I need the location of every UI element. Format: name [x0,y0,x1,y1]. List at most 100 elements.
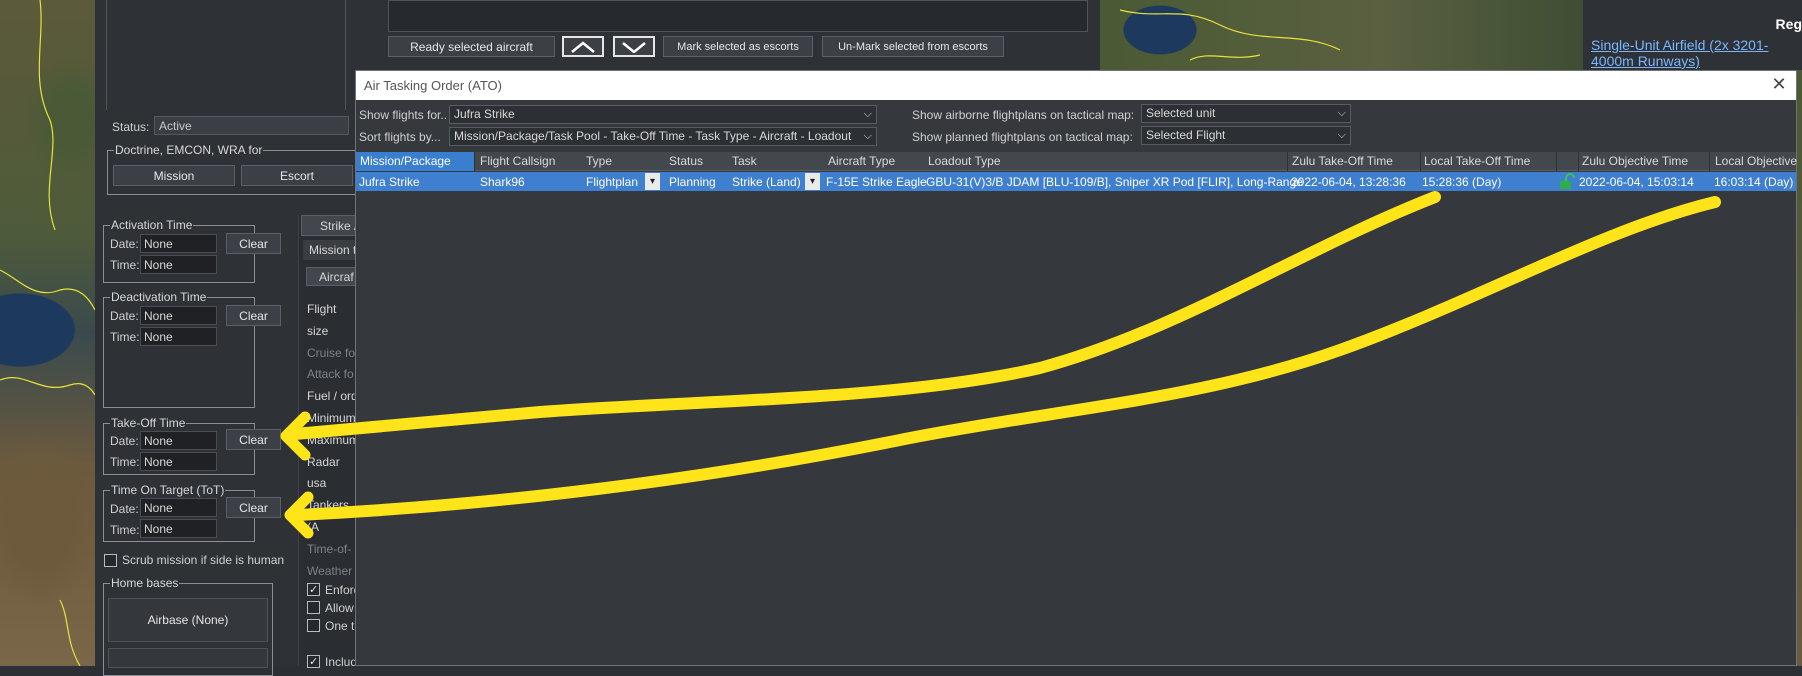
home-bases-legend: Home bases [111,576,179,590]
status-field[interactable]: Active [154,116,349,135]
column-header-task[interactable]: Task [732,154,757,168]
allow-checkbox[interactable] [307,601,320,614]
status-label: Status: [112,120,150,134]
column-header-zulu-takeoff[interactable]: Zulu Take-Off Time [1292,154,1393,168]
planned-flightplans-label: Show planned flightplans on tactical map… [912,130,1133,144]
deactivation-date-field[interactable]: None [140,306,217,325]
ready-selected-button[interactable]: Ready selected aircraft [388,36,555,57]
column-header-type[interactable]: Type [586,154,612,168]
activation-date-field[interactable]: None [140,234,217,253]
activation-time-legend: Activation Time [111,218,193,232]
deactivation-date-label: Date: [110,309,139,323]
move-down-button[interactable] [613,36,655,57]
cell-callsign: Shark96 [480,175,525,189]
table-row[interactable]: Jufra Strike Shark96 Flightplan ▾ Planni… [356,172,1796,191]
airborne-flightplans-select[interactable]: Selected unit ⌵ [1141,104,1351,123]
settings-item: Time-of- [307,541,352,556]
cell-type: Flightplan [586,175,639,189]
scrub-label: Scrub mission if side is human [122,553,285,567]
doctrine-escort-button[interactable]: Escort [241,165,353,186]
activation-date-label: Date: [110,237,139,251]
ato-dialog: Air Tasking Order (ATO) ✕ Show flights f… [355,70,1797,666]
takeoff-clear-button[interactable]: Clear [226,429,281,450]
column-header-local-takeoff[interactable]: Local Take-Off Time [1424,154,1530,168]
chevron-down-icon [622,41,646,53]
sort-flights-select[interactable]: Mission/Package/Task Pool - Take-Off Tim… [449,127,877,146]
doctrine-legend: Doctrine, EMCON, WRA for [115,143,263,157]
home-airbase-secondary[interactable] [108,648,268,668]
tab-aircraft[interactable]: Aircraf [306,267,361,286]
takeoff-time-field[interactable]: None [140,452,217,471]
show-flights-label: Show flights for.. [359,108,448,122]
tot-legend: Time On Target (ToT) [111,483,225,497]
mark-escorts-button[interactable]: Mark selected as escorts [663,36,813,57]
activation-time-field[interactable]: None [140,255,217,274]
show-flights-select[interactable]: Jufra Strike ⌵ [449,105,877,124]
sort-flights-value: Mission/Package/Task Pool - Take-Off Tim… [454,129,852,143]
settings-item: Radar usa [307,454,340,491]
planned-flightplans-select[interactable]: Selected Flight ⌵ [1141,126,1351,145]
flight-list-area[interactable] [388,0,1088,32]
mission-settings-panel: Strike / Mission t Aircraf Flight size C… [298,215,361,669]
settings-item: Minimum [307,410,356,425]
column-header-local-objective[interactable]: Local Objective [1715,154,1797,168]
chevron-down-icon: ⌵ [1337,107,1346,119]
settings-item: Attack fo [307,367,354,382]
cell-status: Planning [669,175,716,189]
column-header-loadout[interactable]: Loadout Type [928,154,1001,168]
one-label: One t [325,619,355,633]
tot-time-label: Time: [110,523,140,537]
close-icon[interactable]: ✕ [1770,75,1788,93]
tot-clear-button[interactable]: Clear [226,497,281,518]
mission-editor-upper-area [106,0,346,110]
settings-item: Maximum [307,432,360,447]
deactivation-clear-button[interactable]: Clear [226,305,281,326]
include-checkbox[interactable] [307,655,320,668]
tactical-map-left[interactable] [0,0,95,666]
airborne-flightplans-value: Selected unit [1146,106,1216,120]
settings-list: Flight size Cruise fo Attack fo Fuel / o… [307,299,360,582]
doctrine-mission-button[interactable]: Mission [113,165,235,186]
activation-time-label: Time: [110,258,140,272]
column-header-aircraft[interactable]: Aircraft Type [828,154,895,168]
ato-titlebar[interactable]: Air Tasking Order (ATO) ✕ [356,71,1796,100]
settings-item: Flight size [307,302,337,338]
takeoff-date-field[interactable]: None [140,431,217,450]
task-dropdown-icon[interactable]: ▾ [805,173,820,190]
scrub-checkbox[interactable] [104,554,117,567]
lock-icon-shape [1560,173,1575,189]
ato-grid-header: Mission/Package Flight Callsign Type Sta… [356,152,1797,171]
column-header-status[interactable]: Status [669,154,703,168]
column-header-callsign[interactable]: Flight Callsign [480,154,555,168]
move-up-button[interactable] [562,36,604,57]
include-label: Includ [325,655,358,669]
lock-icon[interactable] [1557,173,1577,193]
home-airbase-button[interactable]: Airbase (None) [108,598,268,642]
cell-local-takeoff: 15:28:36 (Day) [1422,175,1502,189]
deactivation-time-label: Time: [110,330,140,344]
takeoff-time-legend: Take-Off Time [111,416,186,430]
column-header-zulu-objective[interactable]: Zulu Objective Time [1582,154,1688,168]
chevron-down-icon: ⌵ [863,108,872,120]
airborne-flightplans-label: Show airborne flightplans on tactical ma… [912,108,1135,122]
unit-info-panel: Reg Single-Unit Airfield (2x 3201-4000m … [1583,0,1802,70]
allow-label: Allow [325,601,354,615]
type-dropdown-icon[interactable]: ▾ [645,173,660,190]
tot-date-label: Date: [110,502,139,516]
deactivation-time-field[interactable]: None [140,327,217,346]
settings-item: Weather [307,563,353,578]
activation-clear-button[interactable]: Clear [226,233,281,254]
cell-aircraft: F-15E Strike Eagle [826,175,927,189]
column-header-mission[interactable]: Mission/Package [356,152,474,171]
chevron-down-icon: ⌵ [863,130,872,142]
takeoff-date-label: Date: [110,434,139,448]
enforce-checkbox[interactable] [307,583,320,596]
airfield-type-link[interactable]: Single-Unit Airfield (2x 3201-4000m Runw… [1591,37,1801,69]
tot-date-field[interactable]: None [140,498,217,517]
chevron-down-icon: ⌵ [1337,129,1346,141]
unmark-escorts-button[interactable]: Un-Mark selected from escorts [822,36,1004,57]
planned-flightplans-value: Selected Flight [1146,128,1226,142]
tab-strike[interactable]: Strike / [301,215,361,236]
one-checkbox[interactable] [307,619,320,632]
tot-time-field[interactable]: None [140,519,217,538]
